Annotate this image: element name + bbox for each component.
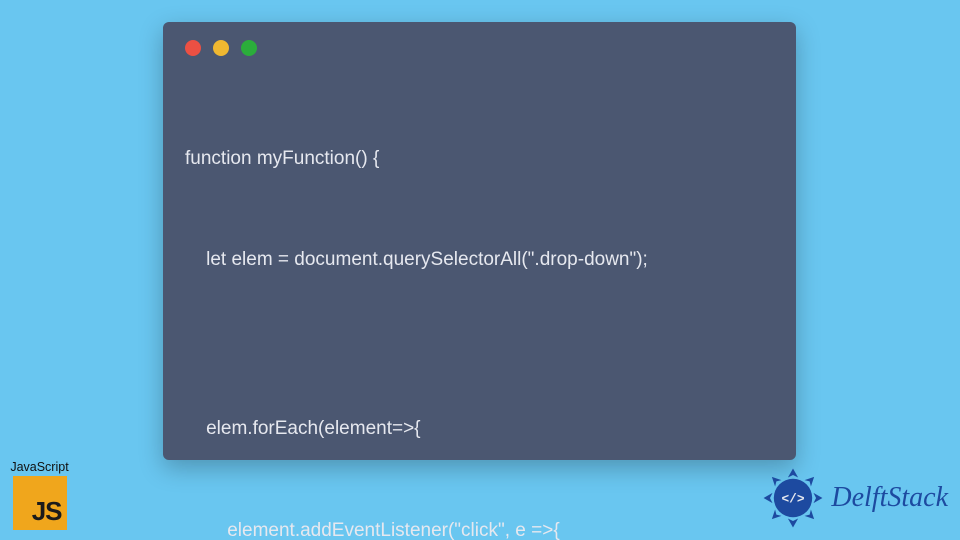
window-traffic-lights bbox=[163, 22, 796, 66]
code-line: let elem = document.querySelectorAll(".d… bbox=[185, 243, 774, 277]
delftstack-brand-text: DelftStack bbox=[831, 482, 948, 514]
minimize-icon bbox=[213, 40, 229, 56]
delftstack-logo: </> DelftStack bbox=[761, 466, 948, 530]
code-window: function myFunction() { let elem = docum… bbox=[163, 22, 796, 460]
code-line: elem.forEach(element=>{ bbox=[185, 412, 774, 446]
maximize-icon bbox=[241, 40, 257, 56]
code-line: element.addEventListener("click", e =>{ bbox=[185, 514, 774, 540]
javascript-logo-text: JS bbox=[32, 496, 62, 527]
delftstack-mandala-icon: </> bbox=[761, 466, 825, 530]
javascript-logo-icon: JS bbox=[13, 476, 67, 530]
code-line: function myFunction() { bbox=[185, 142, 774, 176]
javascript-label: JavaScript bbox=[7, 460, 72, 474]
svg-text:</>: </> bbox=[782, 491, 805, 506]
code-body: function myFunction() { let elem = docum… bbox=[163, 66, 796, 540]
close-icon bbox=[185, 40, 201, 56]
javascript-badge: JavaScript JS bbox=[7, 460, 72, 530]
